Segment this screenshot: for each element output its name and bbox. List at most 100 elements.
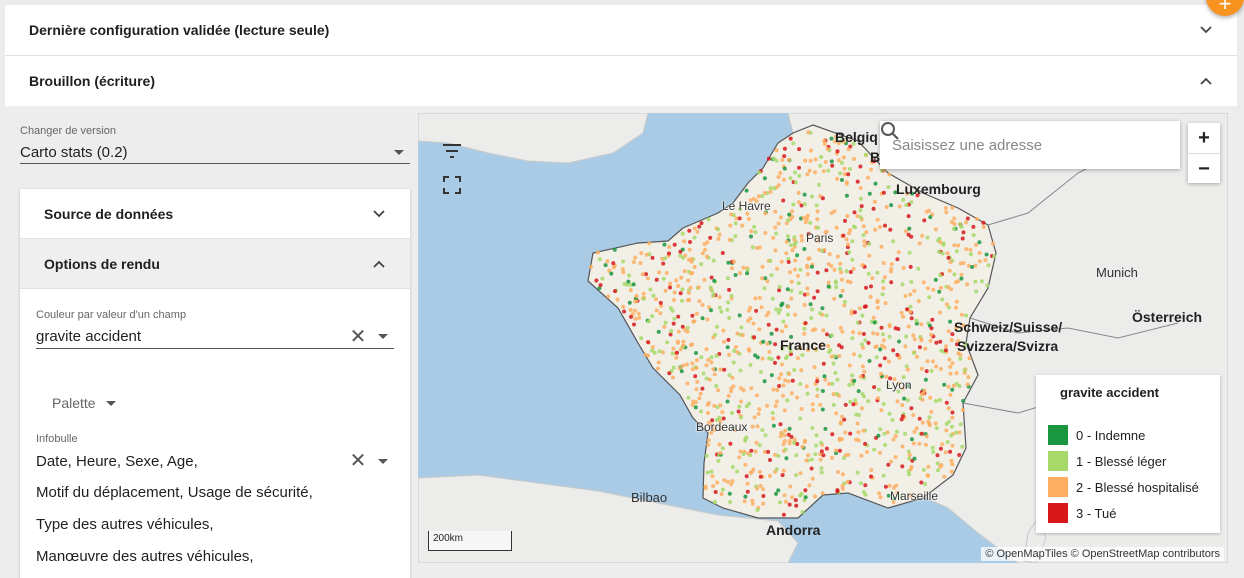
accident-point xyxy=(631,260,636,264)
accident-point xyxy=(752,224,757,229)
accident-point xyxy=(856,389,861,394)
accident-point xyxy=(941,242,946,247)
accident-point xyxy=(744,404,749,409)
accident-point xyxy=(811,407,815,412)
accident-point xyxy=(688,285,693,290)
accident-point xyxy=(931,449,936,454)
accident-point xyxy=(878,225,882,229)
accident-point xyxy=(694,311,699,316)
accident-point xyxy=(594,278,599,283)
panel-last-config-header[interactable]: Dernière configuration validée (lecture … xyxy=(5,5,1237,55)
accident-point xyxy=(711,367,716,372)
accident-point xyxy=(631,282,636,287)
accident-point xyxy=(855,421,860,426)
accident-point xyxy=(821,361,826,366)
accident-point xyxy=(853,225,857,230)
accident-point xyxy=(753,296,758,301)
section-source-data[interactable]: Source de données xyxy=(20,189,410,239)
accident-point xyxy=(939,285,943,290)
accident-point xyxy=(837,448,842,453)
accident-point xyxy=(840,288,845,293)
accident-point xyxy=(938,366,943,371)
accident-point xyxy=(779,303,784,308)
panel-draft-header[interactable]: Brouillon (écriture) xyxy=(5,56,1237,106)
legend-swatch xyxy=(1048,477,1068,497)
caret-down-icon[interactable] xyxy=(378,334,388,339)
accident-point xyxy=(901,197,906,202)
accident-point xyxy=(904,364,909,369)
accident-point xyxy=(716,227,721,232)
accident-point xyxy=(911,351,916,355)
accident-point xyxy=(709,275,714,280)
search-icon[interactable] xyxy=(880,121,900,141)
accident-point xyxy=(912,456,917,461)
accident-point xyxy=(864,230,869,235)
accident-point xyxy=(900,403,905,408)
accident-point xyxy=(765,341,770,346)
accident-point xyxy=(806,130,811,135)
clear-icon[interactable]: ✕ xyxy=(348,451,368,471)
accident-point xyxy=(800,353,805,358)
accident-point xyxy=(725,307,730,312)
accident-point xyxy=(866,399,871,404)
color-field-select[interactable]: gravite accident ✕ xyxy=(36,325,394,349)
map-label-lyon: Lyon xyxy=(886,378,912,392)
accident-point xyxy=(686,290,691,295)
accident-point xyxy=(826,344,831,348)
palette-select[interactable]: Palette xyxy=(52,395,122,411)
accident-point xyxy=(873,227,878,232)
accident-point xyxy=(938,273,943,278)
accident-point xyxy=(908,264,913,269)
accident-point xyxy=(738,368,743,373)
accident-point xyxy=(793,170,797,175)
accident-point xyxy=(605,259,610,264)
map-label-swiss: Schweiz/Suisse/ xyxy=(954,319,1063,335)
accident-point xyxy=(875,305,880,310)
accident-point xyxy=(760,264,765,269)
zoom-in-button[interactable]: + xyxy=(1188,123,1220,153)
accident-point xyxy=(851,402,856,407)
accident-point xyxy=(663,320,668,325)
accident-point xyxy=(661,276,666,281)
map-view[interactable]: Belgiq B Luxembourg Le Havre Paris Munic… xyxy=(418,113,1228,563)
accident-point xyxy=(798,267,803,272)
accident-point xyxy=(679,275,684,280)
accident-point xyxy=(843,430,848,435)
accident-point xyxy=(687,247,692,252)
tooltip-line: Manœuvre des autres véhicules, xyxy=(36,548,254,565)
version-select[interactable]: Carto stats (0.2) xyxy=(20,141,410,164)
accident-point xyxy=(946,384,951,389)
accident-point xyxy=(985,283,990,288)
accident-point xyxy=(794,473,799,478)
accident-point xyxy=(835,254,840,259)
accident-point xyxy=(936,249,941,254)
accident-point xyxy=(805,292,810,297)
accident-point xyxy=(859,481,863,486)
clear-icon[interactable]: ✕ xyxy=(348,327,368,347)
accident-point xyxy=(950,387,955,392)
accident-point xyxy=(959,312,964,317)
legend-label: 0 - Indemne xyxy=(1076,427,1146,443)
section-render-options[interactable]: Options de rendu xyxy=(20,239,410,289)
tooltip-select[interactable]: Date, Heure, Sexe, Age, ✕ xyxy=(36,449,394,473)
caret-down-icon[interactable] xyxy=(378,458,388,464)
accident-point xyxy=(787,438,792,443)
accident-point xyxy=(762,379,767,384)
accident-point xyxy=(711,258,716,263)
accident-point xyxy=(842,303,847,308)
accident-point xyxy=(871,331,876,336)
zoom-out-button[interactable]: − xyxy=(1188,153,1220,183)
accident-point xyxy=(597,257,602,262)
accident-point xyxy=(789,434,794,439)
accident-point xyxy=(785,287,790,292)
accident-point xyxy=(811,328,815,333)
address-search-input[interactable] xyxy=(892,136,1168,154)
accident-point xyxy=(798,471,803,476)
accident-point xyxy=(808,220,813,225)
accident-point xyxy=(884,205,889,209)
accident-point xyxy=(794,503,799,508)
accident-point xyxy=(779,215,783,220)
accident-point xyxy=(808,158,813,163)
accident-point xyxy=(662,242,667,247)
accident-point xyxy=(968,252,973,257)
